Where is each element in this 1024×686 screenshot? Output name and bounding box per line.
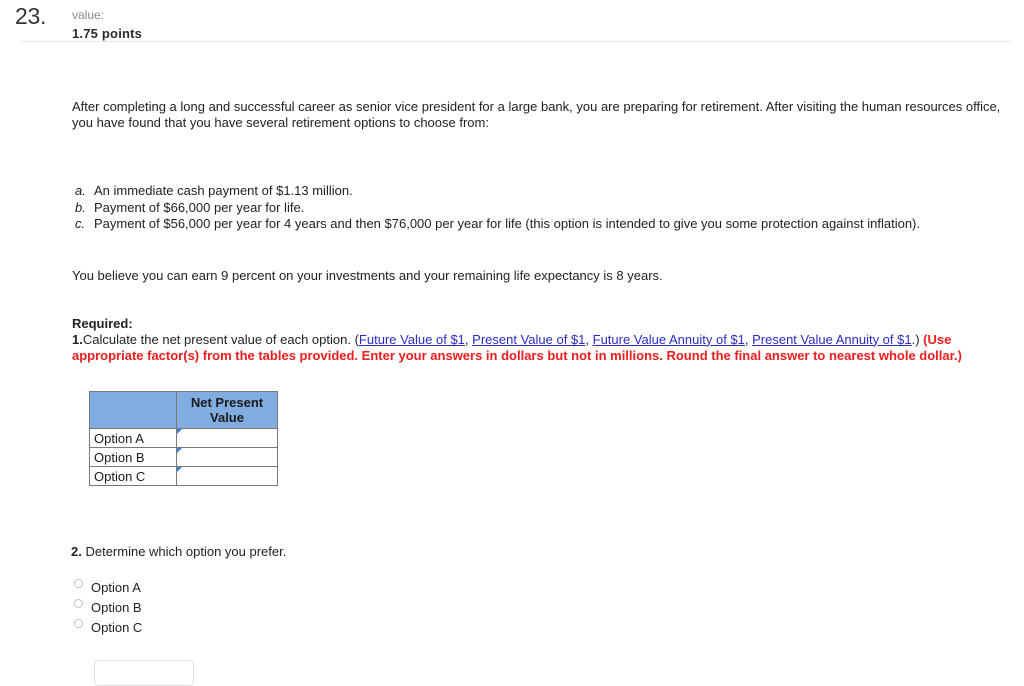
list-item-text: Payment of $56,000 per year for 4 years … (94, 216, 920, 231)
close-paren: .) (911, 331, 924, 347)
radio-button-option-c[interactable] (74, 619, 83, 628)
submit-button[interactable] (94, 660, 194, 686)
required-heading: Required: (72, 315, 133, 331)
option-preference-radio-group: Option A Option B Option C (74, 578, 142, 638)
radio-button-option-a[interactable] (74, 579, 83, 588)
intro-paragraph: After completing a long and successful c… (72, 99, 1001, 130)
radio-button-option-b[interactable] (74, 599, 83, 608)
required-item-1: 1.Calculate the net present value of eac… (72, 332, 1004, 365)
part-2-text: Determine which option you prefer. (85, 544, 287, 559)
link-sep-2: , (585, 331, 593, 347)
row-label-option-b: Option B (89, 447, 177, 467)
header-divider (22, 41, 1010, 42)
list-item: b. Payment of $66,000 per year for life. (72, 200, 1012, 217)
table-header-row: Net Present Value (89, 391, 278, 429)
row-label-option-a: Option A (89, 428, 177, 448)
cell-comment-flag-icon (177, 448, 182, 453)
row-label-option-c: Option C (89, 466, 177, 486)
list-item: a. An immediate cash payment of $1.13 mi… (72, 183, 1012, 200)
input-cell-option-b[interactable] (176, 447, 278, 467)
radio-label-option-c: Option C (91, 620, 143, 635)
radio-row-option-c[interactable]: Option C (74, 618, 142, 638)
question-header: 23. value: 1.75 points (0, 0, 1024, 42)
part-2-number: 2. (71, 544, 82, 559)
table-row: Option C (89, 466, 278, 486)
list-item-text: An immediate cash payment of $1.13 milli… (94, 183, 353, 198)
part-2-prompt: 2. Determine which option you prefer. (71, 544, 286, 560)
table-row: Option B (89, 447, 278, 467)
table-row: Option A (89, 428, 278, 448)
link-present-value-of-1[interactable]: Present Value of $1 (472, 332, 585, 347)
points-value: 1.75 points (72, 26, 143, 41)
list-marker: c. (75, 216, 86, 231)
table-header-blank (89, 391, 177, 429)
input-cell-option-a[interactable] (176, 428, 278, 448)
net-present-value-table: Net Present Value Option A Option B Opti… (89, 391, 278, 486)
radio-row-option-a[interactable]: Option A (74, 578, 142, 598)
radio-label-option-a: Option A (91, 580, 141, 595)
list-marker: b. (75, 199, 86, 215)
question-number: 23. (15, 3, 47, 29)
input-cell-option-c[interactable] (176, 466, 278, 486)
value-label: value: (72, 8, 105, 22)
table-header-net-present-value: Net Present Value (176, 391, 278, 429)
required-item-text: Calculate the net present value of each … (82, 331, 359, 347)
link-future-value-of-1[interactable]: Future Value of $1 (359, 332, 465, 347)
required-section: Required: 1.Calculate the net present va… (72, 316, 1012, 365)
radio-label-option-b: Option B (91, 600, 142, 615)
list-item: c. Payment of $56,000 per year for 4 yea… (72, 216, 994, 233)
link-present-value-annuity-of-1[interactable]: Present Value Annuity of $1 (752, 332, 911, 347)
required-item-number: 1. (72, 331, 83, 347)
assumption-paragraph: You believe you can earn 9 percent on yo… (72, 267, 663, 283)
link-future-value-annuity-of-1[interactable]: Future Value Annuity of $1 (593, 332, 745, 347)
radio-row-option-b[interactable]: Option B (74, 598, 142, 618)
question-content: After completing a long and successful c… (72, 99, 1012, 365)
retirement-options-list: a. An immediate cash payment of $1.13 mi… (72, 183, 1012, 233)
list-marker: a. (75, 183, 86, 198)
cell-comment-flag-icon (177, 467, 182, 472)
list-item-text: Payment of $66,000 per year for life. (94, 199, 305, 215)
cell-comment-flag-icon (177, 429, 182, 434)
